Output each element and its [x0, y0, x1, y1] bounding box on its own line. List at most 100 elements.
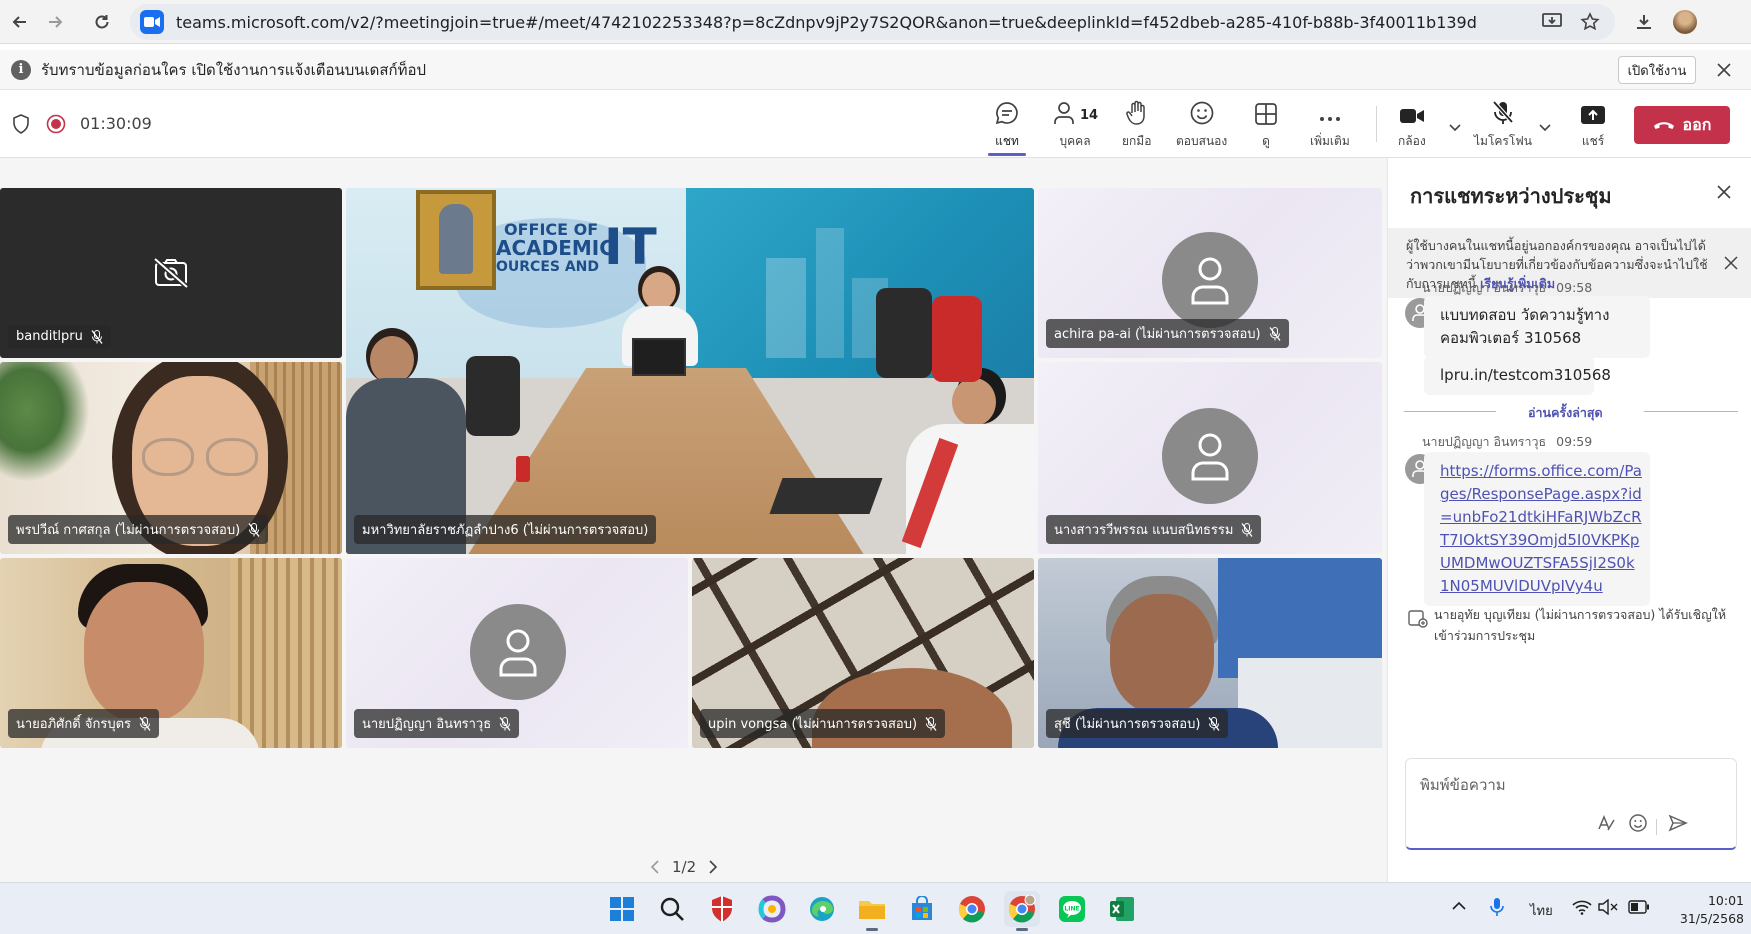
leave-label: ออก — [1682, 114, 1712, 134]
copilot-icon[interactable] — [754, 891, 790, 927]
person-avatar-icon — [1162, 408, 1258, 504]
page-indicator: 1/2 — [672, 858, 697, 876]
participant-video-tile[interactable]: นายอภิศักดิ์ จักรบุตร — [0, 558, 342, 748]
line-app-icon[interactable]: LINE — [1054, 891, 1090, 927]
participant-name-tag: upin vongsa (ไม่ผ่านการตรวจสอบ) — [700, 709, 946, 738]
participant-tile[interactable]: นายปฏิญญา อินทราวุธ — [346, 558, 688, 748]
clock-date: 31/5/2568 — [1679, 911, 1744, 926]
security-shield-icon[interactable] — [704, 891, 740, 927]
divider-line — [1404, 411, 1496, 412]
mic-off-icon — [1269, 326, 1281, 341]
participant-name: banditlpru — [16, 329, 83, 344]
message-time: 09:58 — [1556, 280, 1593, 295]
participant-tile[interactable]: banditlpru — [0, 188, 342, 358]
message-sender: นายปฏิญญา อินทราวุธ — [1422, 434, 1547, 449]
share-button[interactable]: แชร์ — [1580, 96, 1606, 152]
chat-icon — [994, 96, 1020, 126]
compose-placeholder: พิมพ์ข้อความ — [1420, 776, 1506, 794]
mic-button[interactable]: ไมโครโฟน — [1474, 96, 1532, 152]
portrait-frame — [416, 190, 496, 290]
participant-video-tile[interactable]: สุชี (ไม่ผ่านการตรวจสอบ) — [1038, 558, 1382, 748]
participant-name-tag: นายปฏิญญา อินทราวุธ — [354, 709, 520, 738]
chat-button[interactable]: แชท — [988, 96, 1026, 156]
forms-link[interactable]: https://forms.office.com/Pages/ResponseP… — [1440, 462, 1642, 595]
phone-hangup-icon — [1653, 119, 1675, 131]
format-text-icon[interactable] — [1596, 813, 1616, 833]
participant-tile[interactable]: นางสาวรวีพรรณ แนบสนิทธรรม — [1038, 362, 1382, 554]
mic-off-icon — [925, 716, 937, 731]
participant-video-tile[interactable]: OFFICE OF ACADEMIC OURCES AND IT มหาวิทย… — [346, 188, 1034, 554]
close-icon[interactable] — [1714, 60, 1734, 80]
message-compose-box[interactable]: พิมพ์ข้อความ — [1405, 758, 1737, 850]
download-icon[interactable] — [1632, 10, 1656, 34]
close-icon[interactable] — [1716, 184, 1736, 204]
chevron-down-icon[interactable] — [1448, 120, 1462, 134]
reload-icon[interactable] — [90, 10, 114, 34]
participant-name: นายปฏิญญา อินทราวุธ — [362, 717, 492, 732]
volume-muted-icon[interactable] — [1598, 899, 1618, 915]
participant-name-tag: banditlpru — [8, 325, 111, 348]
bookmark-star-icon[interactable] — [1578, 10, 1602, 34]
install-app-icon[interactable] — [1540, 10, 1564, 34]
raise-hand-label: ยกมือ — [1122, 134, 1152, 148]
participant-video-tile[interactable]: พรปวีณ์ กาศสกุล (ไม่ผ่านการตรวจสอบ) — [0, 362, 342, 554]
mic-off-icon — [1208, 716, 1220, 731]
store-icon[interactable] — [904, 891, 940, 927]
mic-off-icon — [1241, 522, 1253, 537]
view-label: ดู — [1262, 134, 1270, 148]
svg-text:LINE: LINE — [1064, 906, 1079, 913]
participant-name-tag: มหาวิทยาลัยราชภัฏลำปาง6 (ไม่ผ่านการตรวจส… — [354, 515, 657, 544]
participant-tile[interactable]: achira pa-ai (ไม่ผ่านการตรวจสอบ) — [1038, 188, 1382, 358]
search-icon[interactable] — [654, 891, 690, 927]
windows-start-icon[interactable] — [604, 891, 640, 927]
view-button[interactable]: ดู — [1254, 96, 1278, 152]
battery-icon[interactable] — [1628, 900, 1650, 914]
leave-button[interactable]: ออก — [1634, 106, 1730, 144]
chrome-profile-icon[interactable] — [1004, 891, 1040, 931]
system-clock[interactable]: 10:01 31/5/2568 — [1664, 892, 1744, 928]
wifi-icon[interactable] — [1572, 899, 1592, 915]
edge-browser-icon[interactable] — [804, 891, 840, 927]
video-stage: banditlpru OFFICE OF ACADEMIC OURCES AND… — [0, 158, 1387, 882]
chevron-right-icon[interactable] — [708, 860, 718, 874]
chrome-icon[interactable] — [954, 891, 990, 927]
participant-name-tag: achira pa-ai (ไม่ผ่านการตรวจสอบ) — [1046, 319, 1289, 348]
profile-avatar[interactable] — [1673, 10, 1697, 34]
excel-icon[interactable] — [1104, 891, 1140, 927]
gallery-pager: 1/2 — [650, 858, 718, 876]
raise-hand-button[interactable]: ยกมือ — [1122, 96, 1151, 152]
chevron-down-icon[interactable] — [1538, 120, 1552, 134]
participant-name: พรปวีณ์ กาศสกุล (ไม่ผ่านการตรวจสอบ) — [16, 523, 241, 538]
people-button[interactable]: 14 บุคคล — [1052, 96, 1098, 152]
mic-label: ไมโครโฟน — [1474, 134, 1533, 148]
message-bubble[interactable]: lpru.in/testcom310568 — [1424, 356, 1611, 395]
chat-label: แชท — [995, 134, 1019, 148]
participant-name: นายอภิศักดิ์ จักรบุตร — [16, 717, 132, 732]
person-avatar-icon — [470, 604, 566, 700]
forward-arrow-icon[interactable] — [43, 10, 67, 34]
send-icon[interactable] — [1668, 813, 1688, 833]
react-button[interactable]: ตอบสนอง — [1176, 96, 1227, 152]
enable-notifications-button[interactable]: เปิดใช้งาน — [1618, 56, 1696, 84]
address-bar[interactable]: teams.microsoft.com/v2/?meetingjoin=true… — [130, 4, 1615, 40]
emoji-icon[interactable] — [1628, 813, 1648, 833]
message-sender: นายปฏิญญา อินทราวุธ — [1422, 280, 1547, 295]
chevron-left-icon[interactable] — [650, 860, 660, 874]
more-label: เพิ่มเติม — [1310, 134, 1350, 148]
message-bubble[interactable]: แบบทดสอบ วัดความรู้ทางคอมพิวเตอร์ 310568 — [1424, 296, 1650, 358]
participant-name-tag: นางสาวรวีพรรณ แนบสนิทธรรม — [1046, 515, 1262, 544]
file-explorer-icon[interactable] — [854, 891, 890, 931]
back-arrow-icon[interactable] — [8, 10, 32, 34]
microphone-icon[interactable] — [1490, 897, 1504, 917]
chevron-up-icon[interactable] — [1452, 901, 1466, 911]
participant-video-tile[interactable]: upin vongsa (ไม่ผ่านการตรวจสอบ) — [692, 558, 1034, 748]
url-text[interactable]: teams.microsoft.com/v2/?meetingjoin=true… — [176, 13, 1496, 32]
more-button[interactable]: เพิ่มเติม — [1310, 96, 1350, 152]
notification-text: รับทราบข้อมูลก่อนใคร เปิดใช้งานการแจ้งเต… — [41, 60, 427, 79]
shield-icon[interactable] — [12, 114, 30, 134]
camera-button[interactable]: กล้อง — [1398, 96, 1426, 152]
close-icon[interactable] — [1724, 256, 1740, 272]
input-language[interactable]: ไทย — [1530, 900, 1553, 921]
mic-off-icon — [139, 716, 151, 731]
info-icon: i — [11, 59, 31, 80]
